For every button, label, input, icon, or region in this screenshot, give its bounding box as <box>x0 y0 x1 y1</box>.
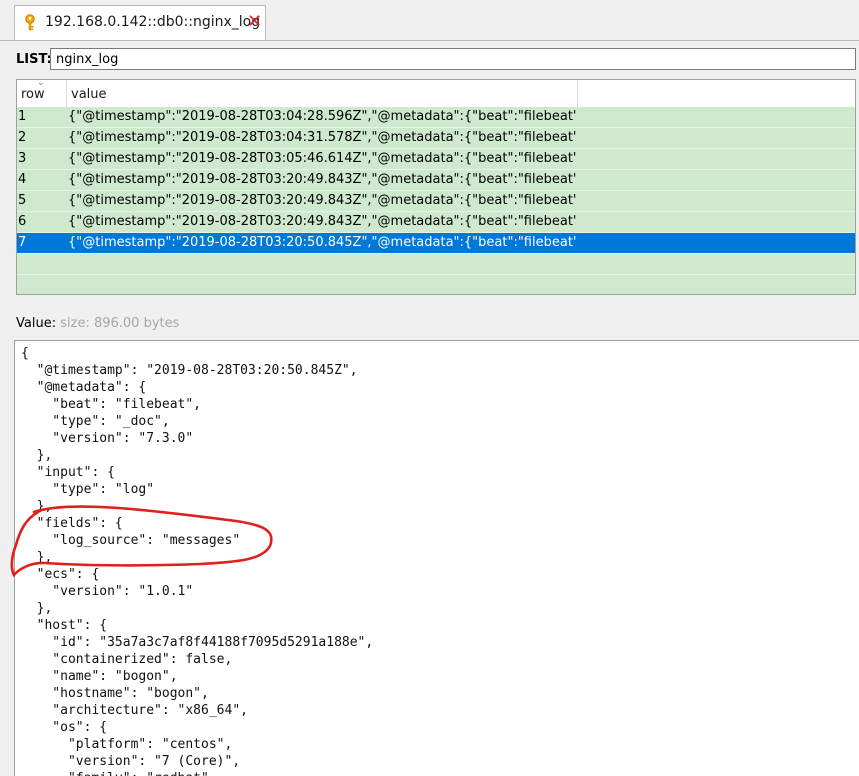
tab-bar: 192.168.0.142::db0::nginx_log ✕ <box>0 0 859 41</box>
list-table: ⌄ row value 1 {"@timestamp":"2019-08-28T… <box>16 79 856 295</box>
row-value: {"@timestamp":"2019-08-28T03:04:31.578Z"… <box>68 130 576 145</box>
table-row[interactable]: 4 {"@timestamp":"2019-08-28T03:20:49.843… <box>17 170 855 191</box>
key-icon <box>25 14 35 31</box>
json-text[interactable]: { "@timestamp": "2019-08-28T03:20:50.845… <box>21 345 373 776</box>
column-header-row[interactable]: row <box>21 80 65 107</box>
close-icon[interactable]: ✕ <box>247 12 262 32</box>
row-number: 7 <box>18 235 27 250</box>
empty-row <box>17 275 855 294</box>
row-number: 4 <box>18 172 27 187</box>
table-row[interactable]: 3 {"@timestamp":"2019-08-28T03:05:46.614… <box>17 149 855 170</box>
tab-title: 192.168.0.142::db0::nginx_log <box>45 14 261 30</box>
row-value: {"@timestamp":"2019-08-28T03:20:49.843Z"… <box>68 172 576 187</box>
table-row[interactable]: 2 {"@timestamp":"2019-08-28T03:04:31.578… <box>17 128 855 149</box>
row-number: 5 <box>18 193 27 208</box>
value-label: Value: <box>16 316 57 331</box>
table-body: 1 {"@timestamp":"2019-08-28T03:04:28.596… <box>17 107 855 294</box>
row-value: {"@timestamp":"2019-08-28T03:04:28.596Z"… <box>68 109 576 124</box>
list-key-input[interactable] <box>50 48 856 70</box>
row-value: {"@timestamp":"2019-08-28T03:20:50.845Z"… <box>68 235 576 250</box>
table-row-selected[interactable]: 7 {"@timestamp":"2019-08-28T03:20:50.845… <box>17 233 855 254</box>
value-label-line: Value: size: 896.00 bytes <box>16 316 179 331</box>
row-number: 1 <box>18 109 27 124</box>
row-value: {"@timestamp":"2019-08-28T03:20:49.843Z"… <box>68 214 576 229</box>
table-row[interactable]: 1 {"@timestamp":"2019-08-28T03:04:28.596… <box>17 107 855 128</box>
row-value: {"@timestamp":"2019-08-28T03:05:46.614Z"… <box>68 151 576 166</box>
empty-row <box>17 254 855 275</box>
column-divider[interactable] <box>66 80 67 107</box>
row-value: {"@timestamp":"2019-08-28T03:20:49.843Z"… <box>68 193 576 208</box>
row-number: 3 <box>18 151 27 166</box>
json-value-editor[interactable]: { "@timestamp": "2019-08-28T03:20:50.845… <box>14 340 859 776</box>
column-header-value[interactable]: value <box>71 80 107 107</box>
row-number: 6 <box>18 214 27 229</box>
table-row[interactable]: 6 {"@timestamp":"2019-08-28T03:20:49.843… <box>17 212 855 233</box>
table-header: ⌄ row value <box>17 80 855 108</box>
list-label: LIST: <box>16 52 52 67</box>
tab-nginx-log[interactable]: 192.168.0.142::db0::nginx_log ✕ <box>14 5 266 40</box>
column-divider[interactable] <box>577 80 578 107</box>
table-row[interactable]: 5 {"@timestamp":"2019-08-28T03:20:49.843… <box>17 191 855 212</box>
row-number: 2 <box>18 130 27 145</box>
value-size: size: 896.00 bytes <box>60 316 180 331</box>
